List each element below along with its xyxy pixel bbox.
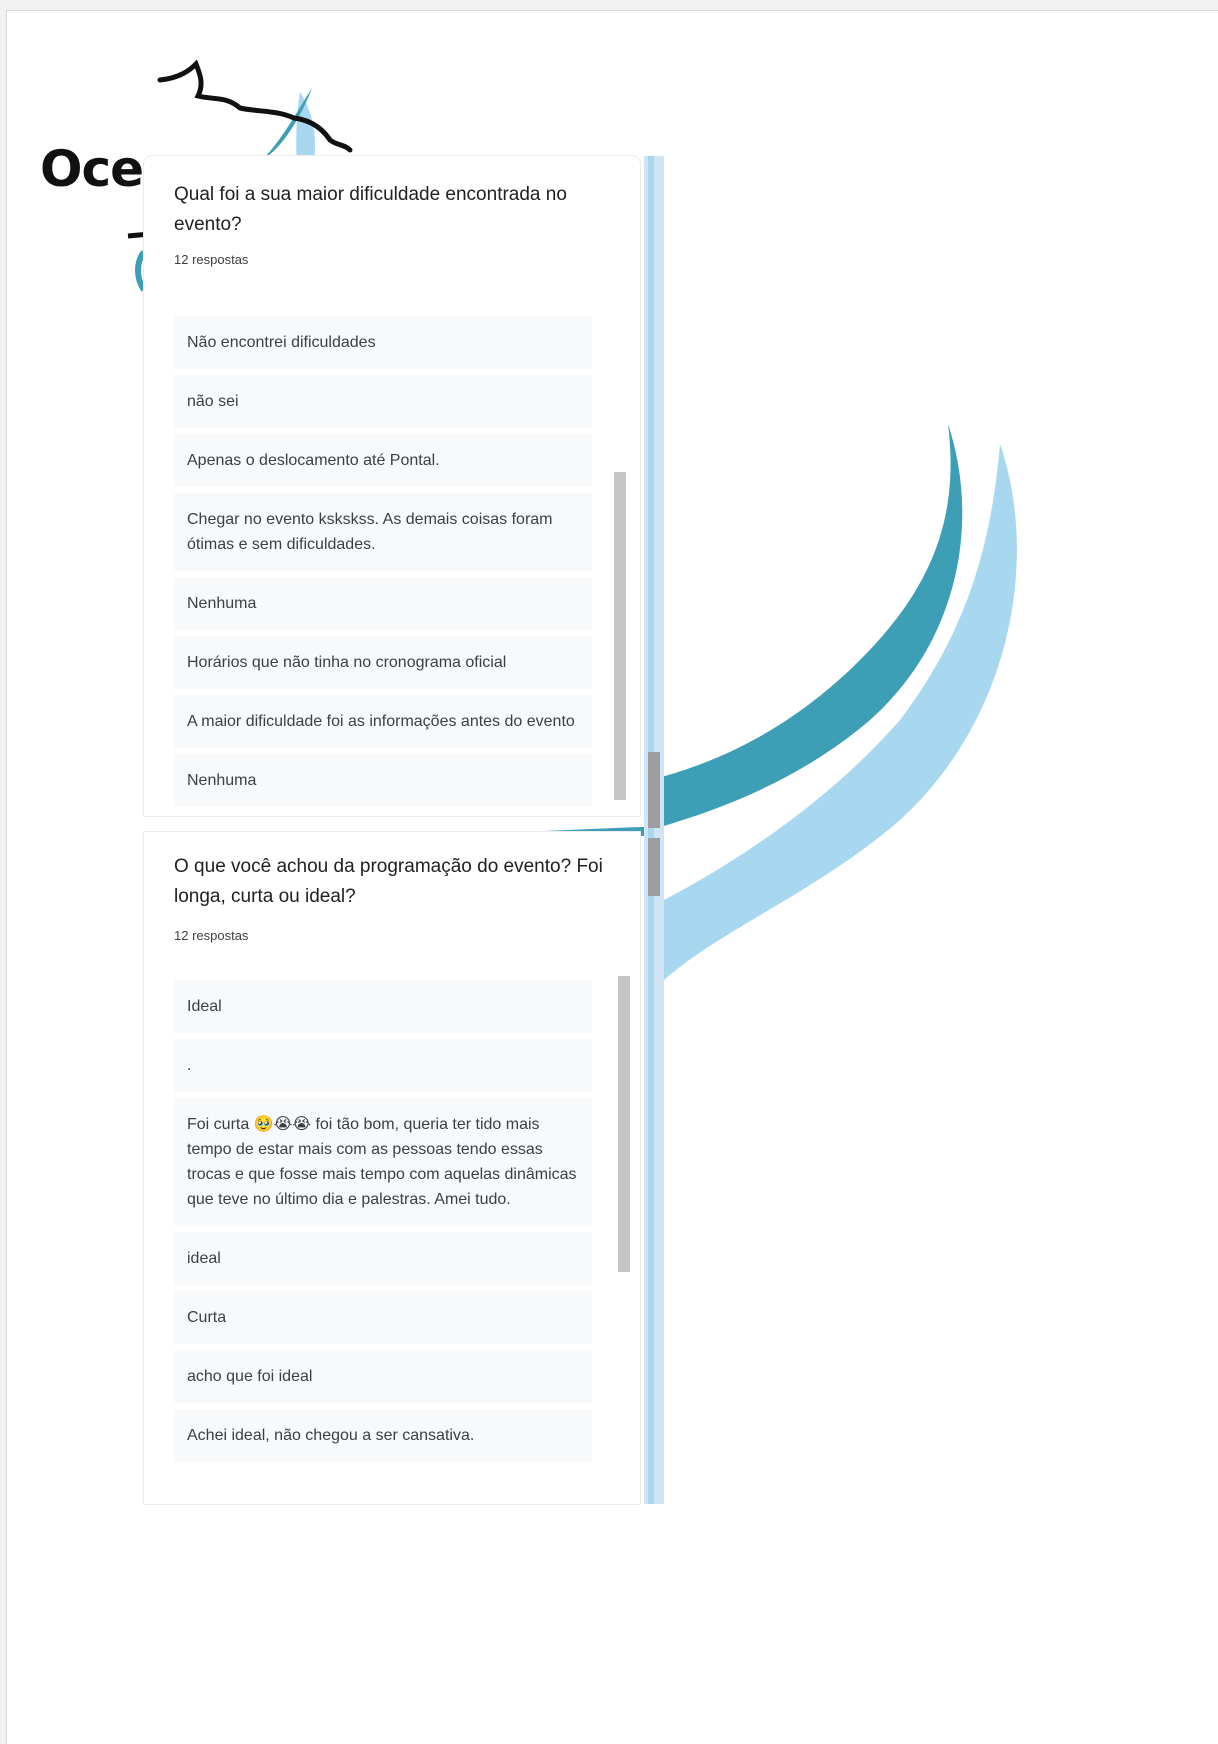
answer-item: ideal [174,1232,592,1285]
strip-scroll-thumb-upper[interactable] [648,752,660,828]
answers-scrollbar-thumb[interactable] [618,976,630,1272]
answer-item: Não encontrei dificuldades [174,316,592,369]
question-title: Qual foi a sua maior dificuldade encontr… [174,184,567,235]
answer-item: . [174,1039,592,1092]
question-card-1: Qual foi a sua maior dificuldade encontr… [144,156,640,816]
answer-item: Chegar no evento kskskss. As demais cois… [174,493,592,571]
question-title: O que você achou da programação do event… [174,856,603,907]
answers-scrollbar-thumb[interactable] [614,472,626,800]
side-scroll-strip [644,156,664,1504]
response-count: 12 respostas [174,928,249,943]
answer-item: acho que foi ideal [174,1350,592,1403]
answers-list: Não encontrei dificuldades não sei Apena… [174,316,592,813]
question-card-2: O que você achou da programação do event… [144,832,640,1504]
answer-item: Curta [174,1291,592,1344]
answer-item: Ideal [174,980,592,1033]
answer-item: Nenhuma [174,754,592,807]
side-scroll-strip-inner [648,156,654,1504]
logo-scribble [157,59,353,153]
answer-item: não sei [174,375,592,428]
answers-list: Ideal . Foi curta 🥹😭😭 foi tão bom, queri… [174,980,592,1468]
answer-item: Nenhuma [174,577,592,630]
answer-item: Foi curta 🥹😭😭 foi tão bom, queria ter ti… [174,1098,592,1226]
answer-item: Achei ideal, não chegou a ser cansativa. [174,1409,592,1462]
answer-item: Horários que não tinha no cronograma ofi… [174,636,592,689]
strip-scroll-thumb-lower[interactable] [648,838,660,896]
answer-item: Apenas o deslocamento até Pontal. [174,434,592,487]
logo-text: Oce [40,140,144,198]
answer-item: A maior dificuldade foi as informações a… [174,695,592,748]
response-count: 12 respostas [174,252,249,267]
